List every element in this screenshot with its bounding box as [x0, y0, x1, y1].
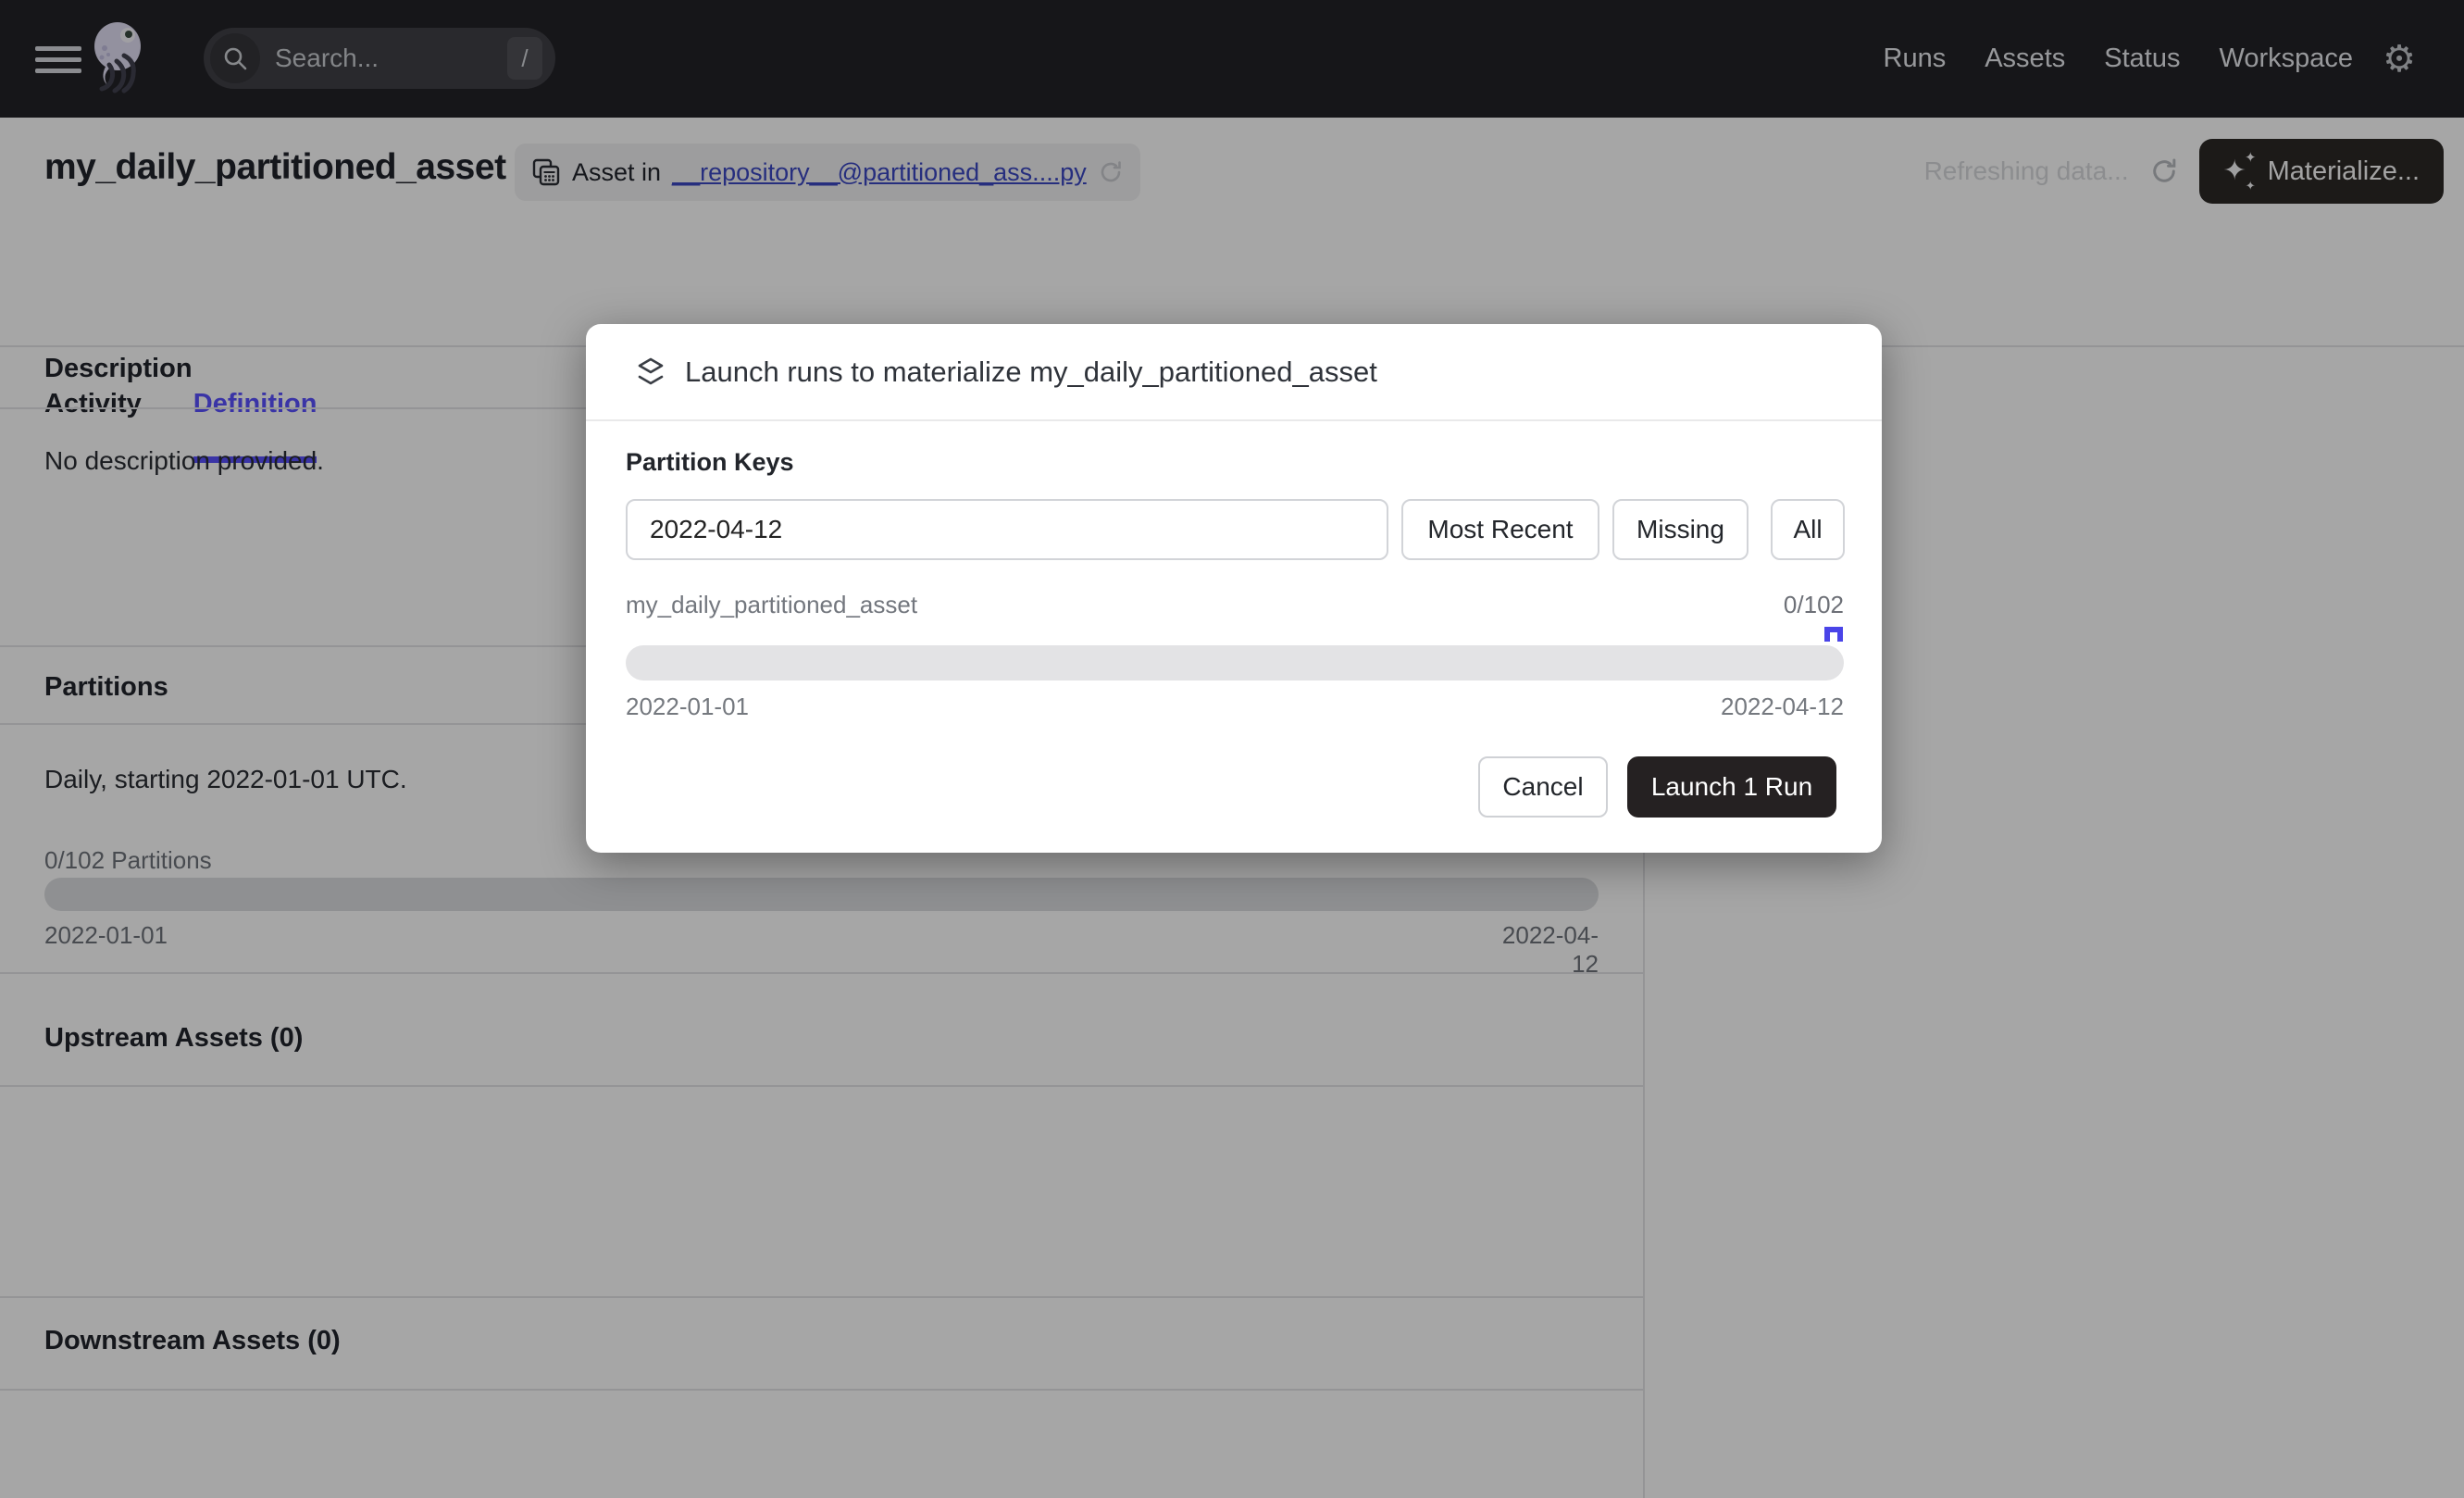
- modal-asset-name: my_daily_partitioned_asset: [626, 591, 917, 619]
- dialog-header: Launch runs to materialize my_daily_part…: [586, 324, 1882, 421]
- launch-runs-dialog: Launch runs to materialize my_daily_part…: [586, 324, 1882, 853]
- missing-button[interactable]: Missing: [1612, 499, 1748, 560]
- dialog-title: Launch runs to materialize my_daily_part…: [685, 356, 1377, 389]
- app-window: Search... / Runs Assets Status Workspace…: [0, 0, 2464, 1498]
- selected-partition-marker: [1824, 627, 1843, 642]
- partition-keys-label: Partition Keys: [626, 448, 794, 477]
- launch-run-button[interactable]: Launch 1 Run: [1627, 756, 1836, 818]
- most-recent-button[interactable]: Most Recent: [1401, 499, 1599, 560]
- cancel-button[interactable]: Cancel: [1478, 756, 1608, 818]
- modal-range-start: 2022-01-01: [626, 693, 749, 721]
- layers-icon: [637, 356, 665, 388]
- modal-range-end: 2022-04-12: [1721, 693, 1844, 721]
- partition-key-input[interactable]: [626, 499, 1388, 560]
- modal-partition-count: 0/102: [1784, 591, 1844, 619]
- modal-partition-bar[interactable]: [626, 645, 1844, 680]
- all-button[interactable]: All: [1771, 499, 1845, 560]
